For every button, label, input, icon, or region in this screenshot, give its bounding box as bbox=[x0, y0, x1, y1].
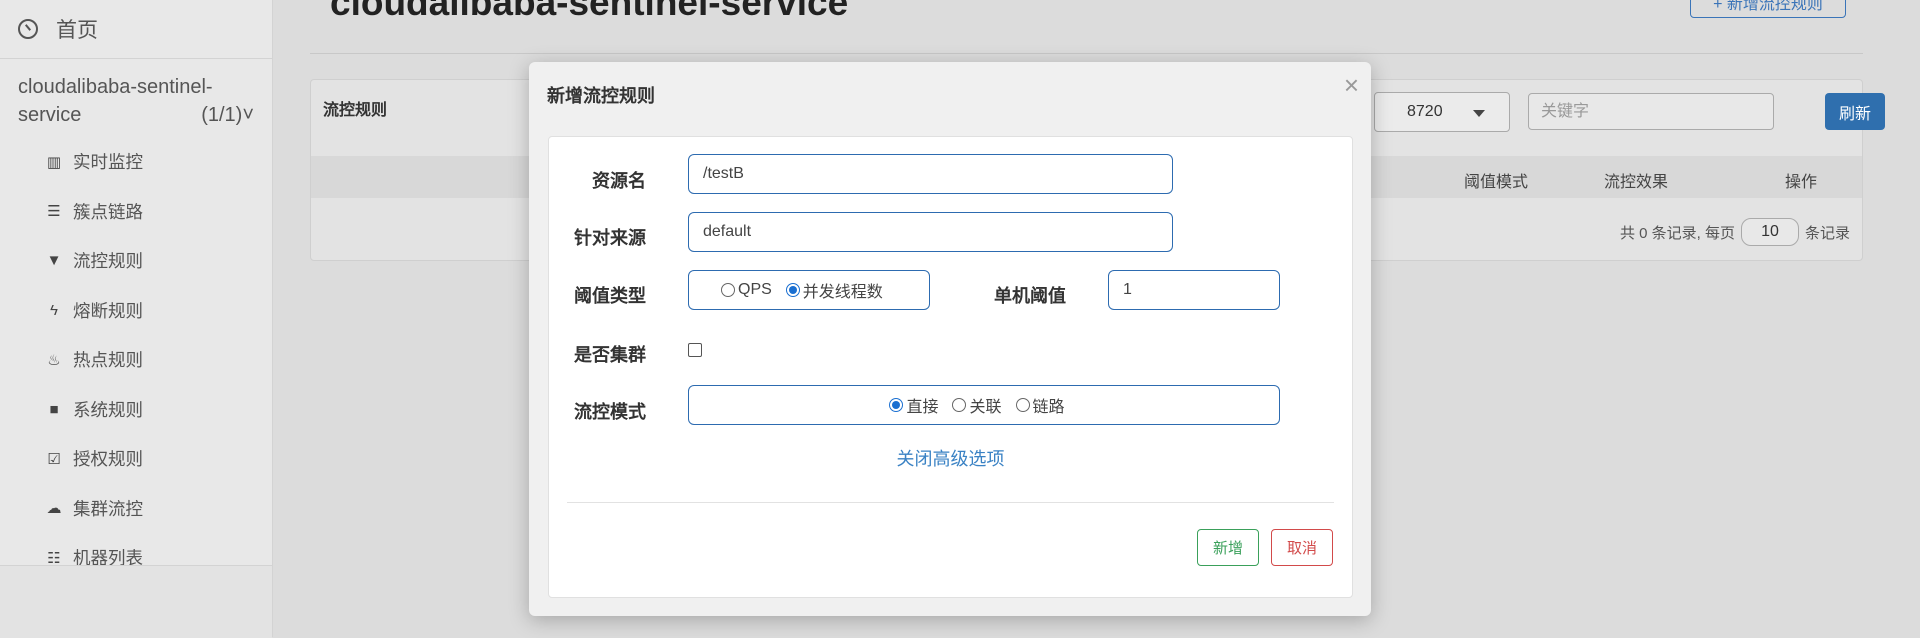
cancel-button[interactable]: 取消 bbox=[1271, 529, 1333, 566]
radio-direct-label: 直接 bbox=[906, 399, 939, 416]
source-input[interactable]: default bbox=[688, 212, 1173, 252]
radio-direct[interactable] bbox=[889, 398, 904, 412]
flash-icon: ϟ bbox=[50, 301, 58, 319]
dialog-body: 资源名 /testB 针对来源 default 阈值类型 QPS 并发线程数 单… bbox=[548, 136, 1353, 598]
column-actions: 操作 bbox=[1785, 174, 1818, 191]
dialog-title: 新增流控规则 bbox=[547, 86, 655, 106]
panel-title: 流控规则 bbox=[323, 102, 388, 119]
dashboard-icon bbox=[18, 19, 38, 39]
page-size-input[interactable]: 10 bbox=[1741, 218, 1800, 246]
toggle-advanced-options-link[interactable]: 关闭高级选项 bbox=[549, 445, 1352, 471]
sidebar-item-realtime-monitor[interactable]: ▥ 实时监控 bbox=[0, 137, 272, 187]
cluster-checkbox[interactable] bbox=[688, 343, 702, 357]
sidebar-item-hotspot-rules[interactable]: ♨ 热点规则 bbox=[0, 335, 272, 385]
divider bbox=[310, 53, 1863, 54]
machine-select[interactable]: 8720 bbox=[1374, 92, 1510, 132]
pager: 共 0 条记录, 每页 10 条记录 bbox=[1620, 218, 1850, 246]
sidebar-item-cluster-flow[interactable]: ☁ 集群流控 bbox=[0, 484, 272, 534]
sidebar-home[interactable]: 首页 bbox=[0, 0, 272, 59]
sidebar: 首页 cloudalibaba-sentinel-service (1/1)˅ … bbox=[0, 0, 273, 638]
radio-thread-count-label: 并发线程数 bbox=[802, 284, 883, 301]
sidebar-item-system-rules[interactable]: ■ 系统规则 bbox=[0, 385, 272, 435]
filter-icon: ▼ bbox=[46, 252, 62, 270]
dialog-divider bbox=[567, 502, 1334, 503]
fire-icon: ♨ bbox=[47, 351, 61, 369]
cluster-label: 是否集群 bbox=[574, 345, 646, 365]
app-name: cloudalibaba-sentinel-service bbox=[18, 76, 213, 126]
single-threshold-input[interactable]: 1 bbox=[1108, 270, 1280, 310]
column-flow-effect: 流控效果 bbox=[1604, 174, 1669, 191]
machine-select-value: 8720 bbox=[1407, 103, 1443, 120]
flow-mode-label: 流控模式 bbox=[574, 402, 646, 422]
keyword-input[interactable]: 关键字 bbox=[1528, 93, 1774, 130]
sidebar-item-label: 热点规则 bbox=[73, 350, 143, 371]
add-flow-rule-dialog: 新增流控规则 × 资源名 /testB 针对来源 default 阈值类型 QP… bbox=[529, 62, 1371, 616]
app-count: (1/1)˅ bbox=[201, 104, 254, 126]
radio-qps-label: QPS bbox=[738, 281, 772, 298]
refresh-button[interactable]: 刷新 bbox=[1825, 93, 1885, 130]
single-threshold-label: 单机阈值 bbox=[994, 286, 1066, 306]
lock-icon: ■ bbox=[49, 400, 59, 418]
app-selector[interactable]: cloudalibaba-sentinel-service (1/1)˅ bbox=[0, 59, 272, 137]
close-icon[interactable]: × bbox=[1344, 70, 1359, 101]
flow-mode-group: 直接 关联 链路 bbox=[688, 385, 1280, 425]
check-square-icon: ☑ bbox=[47, 450, 61, 468]
threshold-type-group: QPS 并发线程数 bbox=[688, 270, 930, 310]
sidebar-home-label: 首页 bbox=[56, 19, 98, 42]
radio-chain-label: 链路 bbox=[1032, 399, 1065, 416]
radio-qps[interactable] bbox=[721, 283, 735, 297]
new-flow-rule-button[interactable]: + 新增流控规则 bbox=[1690, 0, 1846, 18]
add-button[interactable]: 新增 bbox=[1197, 529, 1259, 566]
sidebar-item-label: 簇点链路 bbox=[73, 201, 143, 222]
sidebar-item-label: 集群流控 bbox=[73, 498, 143, 519]
sidebar-item-label: 授权规则 bbox=[73, 449, 143, 470]
column-threshold-mode: 阈值模式 bbox=[1464, 174, 1529, 191]
sidebar-item-degrade-rules[interactable]: ϟ 熔断规则 bbox=[0, 286, 272, 336]
list-icon: ☰ bbox=[47, 203, 61, 221]
source-label: 针对来源 bbox=[574, 228, 646, 248]
sidebar-item-cluster-point-link[interactable]: ☰ 簇点链路 bbox=[0, 187, 272, 237]
radio-relate-label: 关联 bbox=[969, 399, 1002, 416]
radio-relate[interactable] bbox=[952, 398, 967, 412]
sidebar-item-flow-rules[interactable]: ▼ 流控规则 bbox=[0, 236, 272, 286]
bar-chart-icon: ▥ bbox=[46, 153, 62, 171]
sidebar-item-label: 实时监控 bbox=[73, 152, 143, 173]
radio-chain[interactable] bbox=[1015, 398, 1030, 412]
sidebar-footer bbox=[0, 565, 272, 638]
resource-name-input[interactable]: /testB bbox=[688, 154, 1173, 194]
pager-prefix: 共 0 条记录, 每页 bbox=[1620, 224, 1736, 242]
threshold-type-label: 阈值类型 bbox=[574, 286, 646, 306]
cloud-icon: ☁ bbox=[46, 500, 62, 518]
pager-suffix: 条记录 bbox=[1805, 224, 1851, 242]
sidebar-item-label: 流控规则 bbox=[73, 251, 143, 272]
resource-name-label: 资源名 bbox=[592, 171, 646, 191]
sidebar-item-label: 熔断规则 bbox=[73, 300, 143, 321]
caret-down-icon bbox=[1473, 110, 1485, 117]
page-title: cloudalibaba-sentinel-service bbox=[330, 0, 849, 23]
sidebar-item-label: 系统规则 bbox=[73, 399, 143, 420]
sidebar-item-authority-rules[interactable]: ☑ 授权规则 bbox=[0, 434, 272, 484]
chevron-down-icon: ˅ bbox=[242, 104, 254, 126]
radio-thread-count[interactable] bbox=[785, 283, 800, 297]
